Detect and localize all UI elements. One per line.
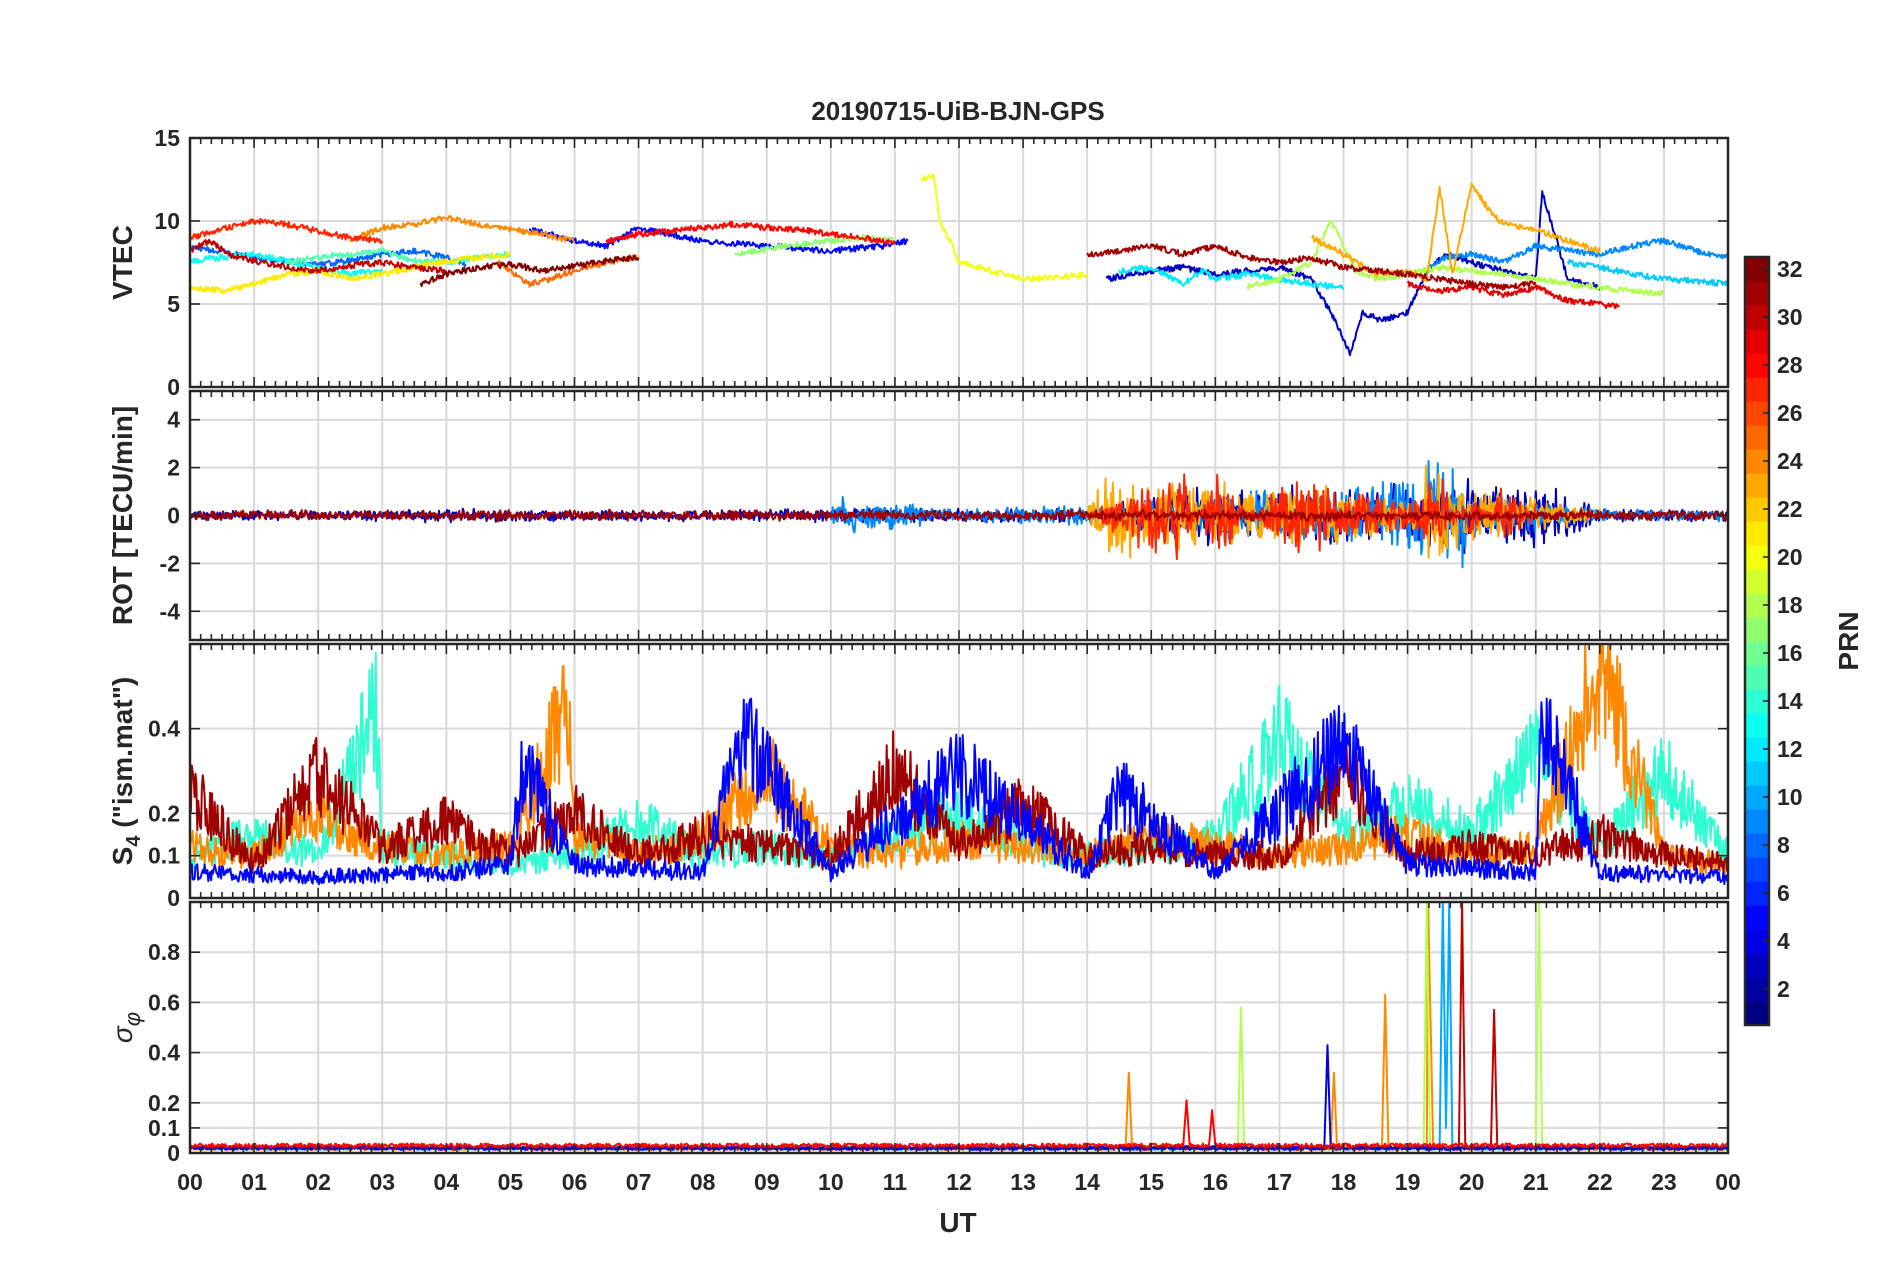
x-tick-label: 19 bbox=[1395, 1169, 1421, 1195]
y-tick-label: 0 bbox=[167, 374, 180, 400]
colorbar-label: PRN bbox=[1833, 611, 1864, 670]
colorbar-tick-label: 24 bbox=[1777, 448, 1803, 474]
x-tick-label: 21 bbox=[1523, 1169, 1549, 1195]
y-tick-label: 0.2 bbox=[148, 1090, 180, 1116]
colorbar-tick-label: 26 bbox=[1777, 400, 1803, 426]
y-tick-label: 0.1 bbox=[148, 1115, 180, 1141]
y-tick-label: 0.4 bbox=[148, 1040, 180, 1066]
y-tick-label: 0.4 bbox=[148, 716, 180, 742]
y-tick-label: 0 bbox=[167, 1140, 180, 1166]
y-tick-label: -2 bbox=[160, 550, 180, 576]
colorbar-segment bbox=[1745, 713, 1769, 738]
x-tick-label: 03 bbox=[369, 1169, 395, 1195]
colorbar-segment bbox=[1745, 665, 1769, 690]
colorbar-segment bbox=[1745, 617, 1769, 642]
y-tick-label: 15 bbox=[154, 125, 180, 151]
colorbar-tick-label: 30 bbox=[1777, 304, 1803, 330]
x-tick-label: 07 bbox=[626, 1169, 652, 1195]
chart-figure: 20190715-UiB-BJN-GPS 051015VTEC-4-2024RO… bbox=[107, 96, 1864, 1238]
y-tick-label: 0 bbox=[167, 503, 180, 529]
panel-1: 0 5 10 15 VTEC bbox=[107, 125, 1730, 400]
colorbar-segment bbox=[1745, 377, 1769, 402]
colorbar-tick-label: 6 bbox=[1777, 880, 1790, 906]
colorbar-tick-label: 2 bbox=[1777, 976, 1790, 1002]
colorbar-tick-label: 20 bbox=[1777, 544, 1803, 570]
x-tick-label: 10 bbox=[818, 1169, 844, 1195]
colorbar-tick-label: 8 bbox=[1777, 832, 1790, 858]
colorbar-segment bbox=[1745, 569, 1769, 594]
series-line-prn-28 bbox=[605, 220, 896, 246]
x-tick-label: 14 bbox=[1074, 1169, 1100, 1195]
y-tick-label: 10 bbox=[154, 208, 180, 234]
panel-3: 0 0.1 0.2 0.4S4 ("ism.mat") bbox=[107, 642, 1730, 911]
y-tick-label: 0.2 bbox=[148, 800, 180, 826]
x-tick-label: 12 bbox=[946, 1169, 972, 1195]
x-tick-label: 20 bbox=[1459, 1169, 1485, 1195]
colorbar-tick-label: 18 bbox=[1777, 592, 1803, 618]
colorbar-segment bbox=[1745, 329, 1769, 354]
colorbar-segment bbox=[1745, 905, 1769, 930]
y-tick-label: 5 bbox=[167, 291, 180, 317]
x-tick-label: 01 bbox=[241, 1169, 267, 1195]
x-tick-label: 02 bbox=[305, 1169, 331, 1195]
series-line-prn-31 bbox=[1086, 243, 1537, 291]
series-line-prn-27 bbox=[190, 217, 384, 245]
y-tick-label: 4 bbox=[167, 407, 180, 433]
y-tick-label: 0.1 bbox=[148, 843, 180, 869]
y-tick-label: 0.8 bbox=[148, 939, 180, 965]
panel-4: 00.10.2 0.4 0.6 0.8 σφ bbox=[107, 900, 1730, 1166]
x-tick-label: 06 bbox=[562, 1169, 588, 1195]
colorbar-segment bbox=[1745, 473, 1769, 498]
colorbar-segment bbox=[1745, 281, 1769, 306]
x-tick-label: 13 bbox=[1010, 1169, 1036, 1195]
x-tick-label: 15 bbox=[1138, 1169, 1164, 1195]
colorbar-segment bbox=[1745, 1001, 1769, 1026]
colorbar: 2468101214161820222426283032PRN bbox=[1743, 255, 1864, 1027]
x-tick-label: 04 bbox=[434, 1169, 460, 1195]
colorbar-tick-label: 28 bbox=[1777, 352, 1803, 378]
y-axis-label: σφ bbox=[107, 1012, 145, 1043]
colorbar-tick-label: 12 bbox=[1777, 736, 1803, 762]
x-axis-label: UT bbox=[939, 1207, 976, 1238]
colorbar-tick-label: 14 bbox=[1777, 688, 1803, 714]
colorbar-segment bbox=[1745, 857, 1769, 882]
colorbar-segment bbox=[1745, 809, 1769, 834]
panel-2: -4 -2 0 2 4 ROT [TECU/min] bbox=[107, 389, 1730, 642]
x-tick-label: 22 bbox=[1587, 1169, 1613, 1195]
y-tick-label: -4 bbox=[160, 598, 181, 624]
y-tick-label: 0.6 bbox=[148, 989, 180, 1015]
chart-title: 20190715-UiB-BJN-GPS bbox=[811, 96, 1104, 126]
x-tick-label: 11 bbox=[883, 1169, 908, 1195]
series-line-prn-20 bbox=[920, 173, 1089, 283]
x-tick-label: 08 bbox=[690, 1169, 716, 1195]
colorbar-segment bbox=[1745, 761, 1769, 786]
x-tick-label: 00 bbox=[1715, 1169, 1741, 1195]
x-tick-label: 18 bbox=[1331, 1169, 1357, 1195]
x-tick-label: 00 bbox=[177, 1169, 203, 1195]
series-line-prn-3 bbox=[1105, 190, 1601, 357]
x-tick-label: 05 bbox=[498, 1169, 524, 1195]
x-tick-label: 16 bbox=[1203, 1169, 1229, 1195]
colorbar-tick-label: 4 bbox=[1777, 928, 1790, 954]
colorbar-segment bbox=[1745, 521, 1769, 546]
y-tick-label: 2 bbox=[167, 455, 180, 481]
y-axis-label: S4 ("ism.mat") bbox=[107, 677, 145, 866]
y-axis-label: VTEC bbox=[107, 225, 138, 300]
series-line-prn-11 bbox=[1566, 258, 1728, 287]
colorbar-tick-label: 22 bbox=[1777, 496, 1803, 522]
colorbar-segment bbox=[1745, 953, 1769, 978]
colorbar-tick-label: 32 bbox=[1777, 256, 1803, 282]
x-tick-label: 09 bbox=[754, 1169, 780, 1195]
colorbar-tick-label: 16 bbox=[1777, 640, 1803, 666]
colorbar-segment bbox=[1745, 425, 1769, 450]
x-tick-label: 23 bbox=[1651, 1169, 1677, 1195]
y-axis-label: ROT [TECU/min] bbox=[107, 406, 138, 625]
x-tick-label: 17 bbox=[1267, 1169, 1293, 1195]
y-tick-label: 0 bbox=[167, 885, 180, 911]
colorbar-tick-label: 10 bbox=[1777, 784, 1803, 810]
